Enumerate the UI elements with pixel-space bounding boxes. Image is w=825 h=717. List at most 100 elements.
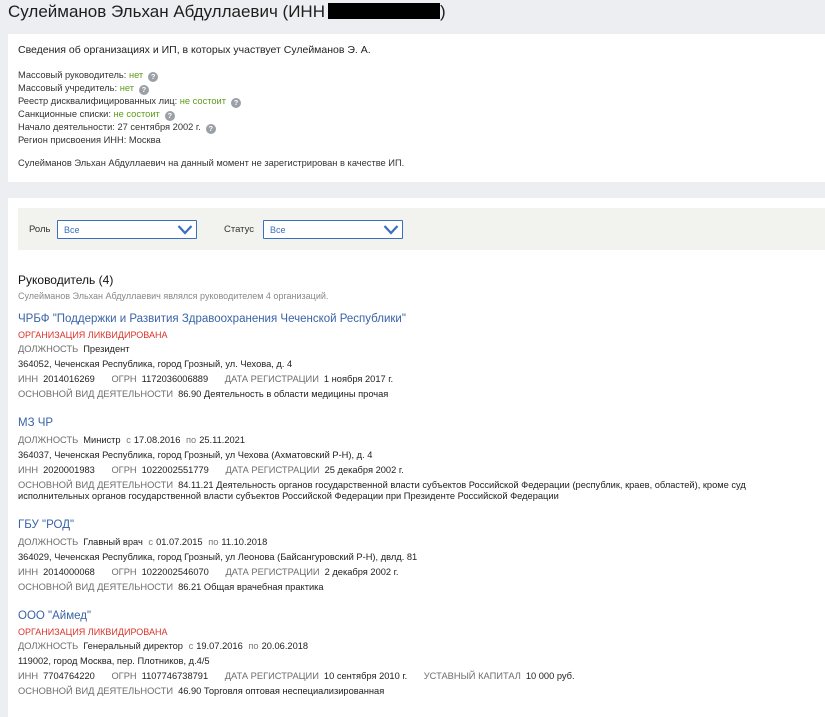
org-position-row: ДОЛЖНОСТЬ Министр с 17.08.2016 по 25.11.202… — [18, 433, 825, 448]
org-name-link[interactable]: ЧРБФ "Поддержки и Развития Здравоохранен… — [18, 313, 825, 325]
page-title: Сулейманов Эльхан Абдуллаевич (ИНН) — [8, 2, 446, 22]
role-filter-value: Все — [64, 225, 80, 235]
section-subtitle: Сулейманов Эльхан Абдуллаевич являлся ру… — [18, 291, 329, 301]
filter-bar: Роль Все Статус Все — [18, 208, 825, 250]
from-date: 19.07.2016 — [196, 641, 243, 651]
help-icon[interactable]: ? — [138, 85, 149, 95]
to-label: по — [185, 435, 197, 445]
chevron-down-icon — [177, 225, 193, 235]
position-label: ДОЛЖНОСТЬ — [18, 435, 79, 445]
org-position-row: ДОЛЖНОСТЬ Президент — [18, 342, 825, 357]
org-item: ГБУ "РОД" ДОЛЖНОСТЬ Главный врач с 01.07.2… — [18, 519, 825, 595]
page-title-text: Сулейманов Эльхан Абдуллаевич (ИНН — [8, 2, 325, 21]
disqualified-value: не состоит — [179, 96, 227, 106]
reg-date-value: 2 декабря 2002 г. — [324, 567, 399, 577]
org-activity-row: ОСНОВНОЙ ВИД ДЕЯТЕЛЬНОСТИ 46.90 Торговля … — [18, 684, 825, 699]
org-address: 364037, Чеченская Республика, город Гроз… — [18, 450, 373, 460]
inn-value: 2020001983 — [43, 465, 95, 475]
chevron-down-icon — [383, 225, 399, 235]
org-status: ОРГАНИЗАЦИЯ ЛИКВИДИРОВАНА — [18, 330, 168, 340]
summary-card: Сведения об организациях и ИП, в которых… — [8, 34, 825, 182]
org-activity-row: ОСНОВНОЙ ВИД ДЕЯТЕЛЬНОСТИ 84.11.21 Деятел… — [18, 480, 825, 491]
org-activity-row: ОСНОВНОЙ ВИД ДЕЯТЕЛЬНОСТИ 86.90 Деятельно… — [18, 387, 825, 402]
from-label: с — [188, 641, 194, 651]
activity-label: ОСНОВНОЙ ВИД ДЕЯТЕЛЬНОСТИ — [18, 582, 174, 592]
ogrn-value: 1107746738791 — [141, 671, 209, 681]
sanctions-label: Санкционные списки: — [18, 109, 111, 119]
to-label: по — [248, 641, 259, 651]
ogrn-label: ОГРН — [111, 374, 137, 384]
org-item: МЗ ЧР ДОЛЖНОСТЬ Министр с 17.08.2016 по 25.… — [18, 417, 825, 502]
reg-date-value: 25 декабря 2002 г. — [324, 465, 404, 475]
help-icon[interactable]: ? — [205, 124, 216, 134]
org-status: ОРГАНИЗАЦИЯ ЛИКВИДИРОВАНА — [18, 627, 168, 637]
position-label: ДОЛЖНОСТЬ — [18, 344, 79, 354]
from-date: 01.07.2015 — [156, 537, 203, 547]
summary-heading: Сведения об организациях и ИП, в которых… — [18, 44, 371, 56]
inn-label: ИНН — [18, 374, 39, 384]
org-activity-continued: исполнительных органов государственной в… — [18, 491, 559, 501]
inn-value: 7704764220 — [43, 671, 95, 681]
org-name-link[interactable]: ООО "Аймед" — [18, 610, 825, 622]
activity-value: 46.90 Торговля оптовая неспециализирован… — [178, 686, 385, 696]
mass-founder-row: Массовый учредитель: нет? — [18, 82, 825, 95]
disqualified-label: Реестр дисквалифицированных лиц: — [18, 96, 178, 106]
mass-founder-value: нет — [119, 83, 134, 93]
role-filter-select[interactable]: Все — [57, 220, 197, 239]
activity-value: 86.21 Общая врачебная практика — [178, 582, 324, 592]
capital-label: УСТАВНЫЙ КАПИТАЛ — [423, 671, 521, 681]
help-icon[interactable]: ? — [164, 111, 175, 121]
help-icon[interactable]: ? — [231, 98, 242, 108]
reg-date-value: 1 ноября 2017 г. — [323, 374, 394, 384]
reg-date-value: 10 сентября 2010 г. — [323, 671, 408, 681]
position-value: Министр — [83, 435, 121, 445]
sanctions-row: Санкционные списки: не состоит? — [18, 108, 825, 121]
start-date-row: Начало деятельности: 27 сентября 2002 г.… — [18, 121, 825, 134]
org-ids-row: ИНН 2014000068 ОГРН 1022002546070 ДАТА РЕГ… — [18, 565, 825, 580]
org-ids-row: ИНН 7704764220 ОГРН 1107746738791 ДАТА РЕГ… — [18, 669, 825, 684]
capital-value: 10 000 руб. — [525, 671, 575, 681]
inn-value: 2014016269 — [43, 374, 95, 384]
org-address: 364052, Чеченская Республика, город Гроз… — [18, 359, 293, 369]
to-date: 20.06.2018 — [261, 641, 309, 651]
from-label: с — [148, 537, 154, 547]
org-ids-row: ИНН 2020001983 ОГРН 1022002551779 ДАТА РЕГ… — [18, 463, 825, 478]
mass-director-value: нет — [128, 70, 144, 80]
help-icon[interactable]: ? — [148, 72, 159, 82]
org-address: 364029, Чеченская Республика, город Гроз… — [18, 552, 418, 562]
from-date: 17.08.2016 — [133, 435, 181, 445]
sanctions-value: не состоит — [113, 109, 160, 119]
mass-founder-label: Массовый учредитель: — [18, 83, 118, 93]
disqualified-row: Реестр дисквалифицированных лиц: не сост… — [18, 95, 825, 108]
org-ids-row: ИНН 2014016269 ОГРН 1172036006889 ДАТА РЕГ… — [18, 372, 825, 387]
org-name-link[interactable]: МЗ ЧР — [18, 417, 825, 429]
start-date-label: Начало деятельности: — [18, 122, 115, 132]
reg-date-label: ДАТА РЕГИСТРАЦИИ — [225, 567, 320, 577]
role-filter-label: Роль — [29, 224, 51, 235]
reg-date-label: ДАТА РЕГИСТРАЦИИ — [224, 374, 319, 384]
org-name-link[interactable]: ГБУ "РОД" — [18, 519, 825, 531]
inn-label: ИНН — [18, 465, 39, 475]
position-value: Главный врач — [83, 537, 143, 547]
org-item: ЧРБФ "Поддержки и Развития Здравоохранен… — [18, 313, 825, 402]
region-row: Регион присвоения ИНН: Москва — [18, 134, 825, 147]
mass-director-row: Массовый руководитель: нет? — [18, 69, 825, 82]
region-value: Москва — [128, 135, 161, 145]
ogrn-label: ОГРН — [111, 567, 137, 577]
redacted-inn — [327, 3, 440, 19]
to-label: по — [208, 537, 219, 547]
org-position-row: ДОЛЖНОСТЬ Главный врач с 01.07.2015 по 11.1… — [18, 535, 825, 550]
page-title-close: ) — [439, 2, 446, 21]
inn-label: ИНН — [18, 671, 39, 681]
to-date: 25.11.2021 — [199, 435, 246, 445]
ogrn-value: 1022002546070 — [141, 567, 209, 577]
org-activity-row: ОСНОВНОЙ ВИД ДЕЯТЕЛЬНОСТИ 86.21 Общая вра… — [18, 580, 825, 595]
to-date: 11.10.2018 — [221, 537, 268, 547]
status-filter-value: Все — [270, 225, 286, 235]
activity-value: 84.11.21 Деятельность органов государств… — [178, 480, 746, 490]
activity-value: 86.90 Деятельность в области медицины пр… — [178, 389, 389, 399]
org-position-row: ДОЛЖНОСТЬ Генеральный директор с 19.07.201… — [18, 639, 825, 654]
ogrn-value: 1022002551779 — [141, 465, 209, 475]
position-value: Генеральный директор — [83, 641, 183, 651]
status-filter-select[interactable]: Все — [263, 220, 403, 239]
